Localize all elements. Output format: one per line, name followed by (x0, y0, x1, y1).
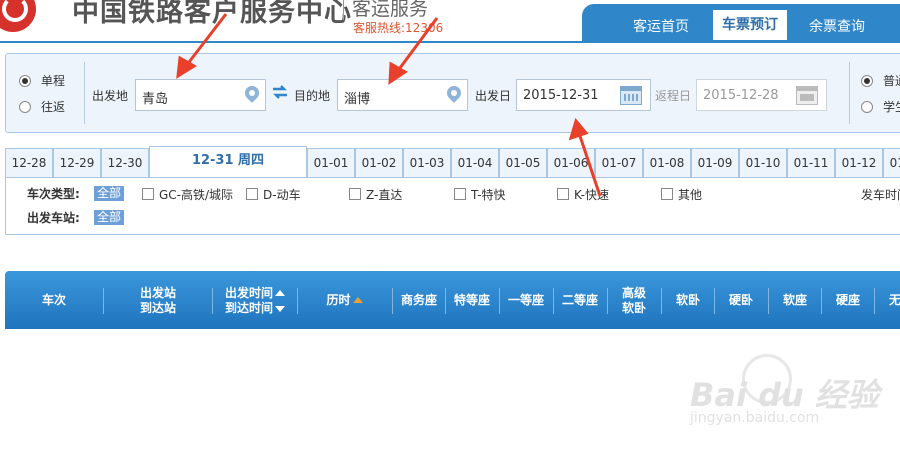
baidu-watermark: Bai du 经验 jingyan.baidu.com (690, 350, 879, 440)
watermark-url: jingyan.baidu.com (690, 410, 820, 426)
arrow-head-icon (568, 117, 589, 141)
annotation-arrow (184, 13, 228, 67)
annotation-arrow (577, 132, 602, 197)
annotation-arrow (395, 17, 439, 73)
